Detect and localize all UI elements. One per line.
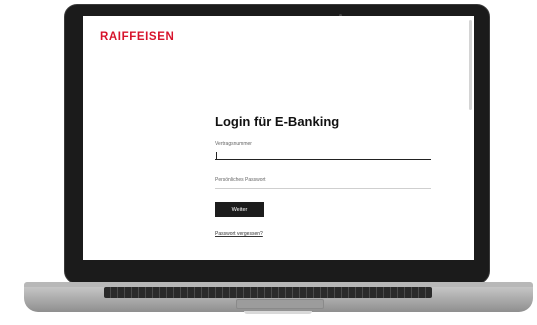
page-title: Login für E-Banking: [215, 114, 340, 129]
scrollbar[interactable]: [469, 20, 472, 110]
forgot-password-link[interactable]: Passwort vergessen?: [215, 231, 263, 237]
contract-number-label: Vertragsnummer: [215, 141, 252, 147]
weiter-button[interactable]: Weiter: [215, 202, 264, 217]
browser-screen: RAIFFEISEN Login für E-Banking Vertragsn…: [83, 16, 474, 260]
lid-notch: [244, 311, 312, 314]
password-field[interactable]: [215, 188, 431, 189]
trackpad: [236, 299, 324, 309]
contract-number-field[interactable]: [215, 159, 431, 160]
password-label: Persönliches Passwort: [215, 177, 266, 183]
text-caret: [216, 152, 217, 159]
keyboard: [104, 287, 432, 298]
raiffeisen-logo[interactable]: RAIFFEISEN: [100, 31, 174, 43]
